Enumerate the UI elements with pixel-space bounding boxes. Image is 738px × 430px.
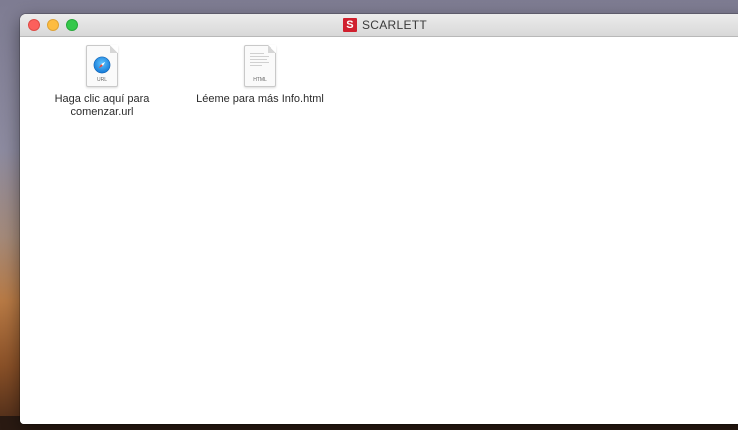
file-item-url[interactable]: URL Haga clic aquí para comenzar.url (47, 45, 157, 119)
safari-compass-icon (93, 56, 111, 74)
document-text-lines (250, 53, 269, 68)
file-label-line: comenzar.url (70, 106, 134, 118)
finder-window: S SCARLETT URL Haga clic aquí para comen… (20, 14, 738, 424)
file-label-line: Léeme para más Info.html (196, 93, 324, 105)
html-extension-badge: HTML (253, 77, 267, 83)
html-document-icon[interactable]: HTML (244, 45, 276, 87)
window-titlebar[interactable]: S SCARLETT (20, 14, 738, 37)
file-item-html[interactable]: HTML Léeme para más Info.html (185, 45, 335, 106)
scarlett-logo-icon: S (342, 18, 357, 32)
desktop-background: S SCARLETT URL Haga clic aquí para comen… (0, 0, 738, 430)
file-label: Haga clic aquí para comenzar.url (55, 93, 150, 119)
window-title: S SCARLETT (20, 14, 738, 36)
safari-url-icon[interactable]: URL (86, 45, 118, 87)
file-label: Léeme para más Info.html (196, 93, 324, 106)
url-extension-badge: URL (96, 77, 107, 83)
window-content: URL Haga clic aquí para comenzar.url HTM… (20, 37, 738, 424)
file-label-line: Haga clic aquí para (54, 93, 150, 105)
window-title-text: SCARLETT (361, 18, 428, 32)
